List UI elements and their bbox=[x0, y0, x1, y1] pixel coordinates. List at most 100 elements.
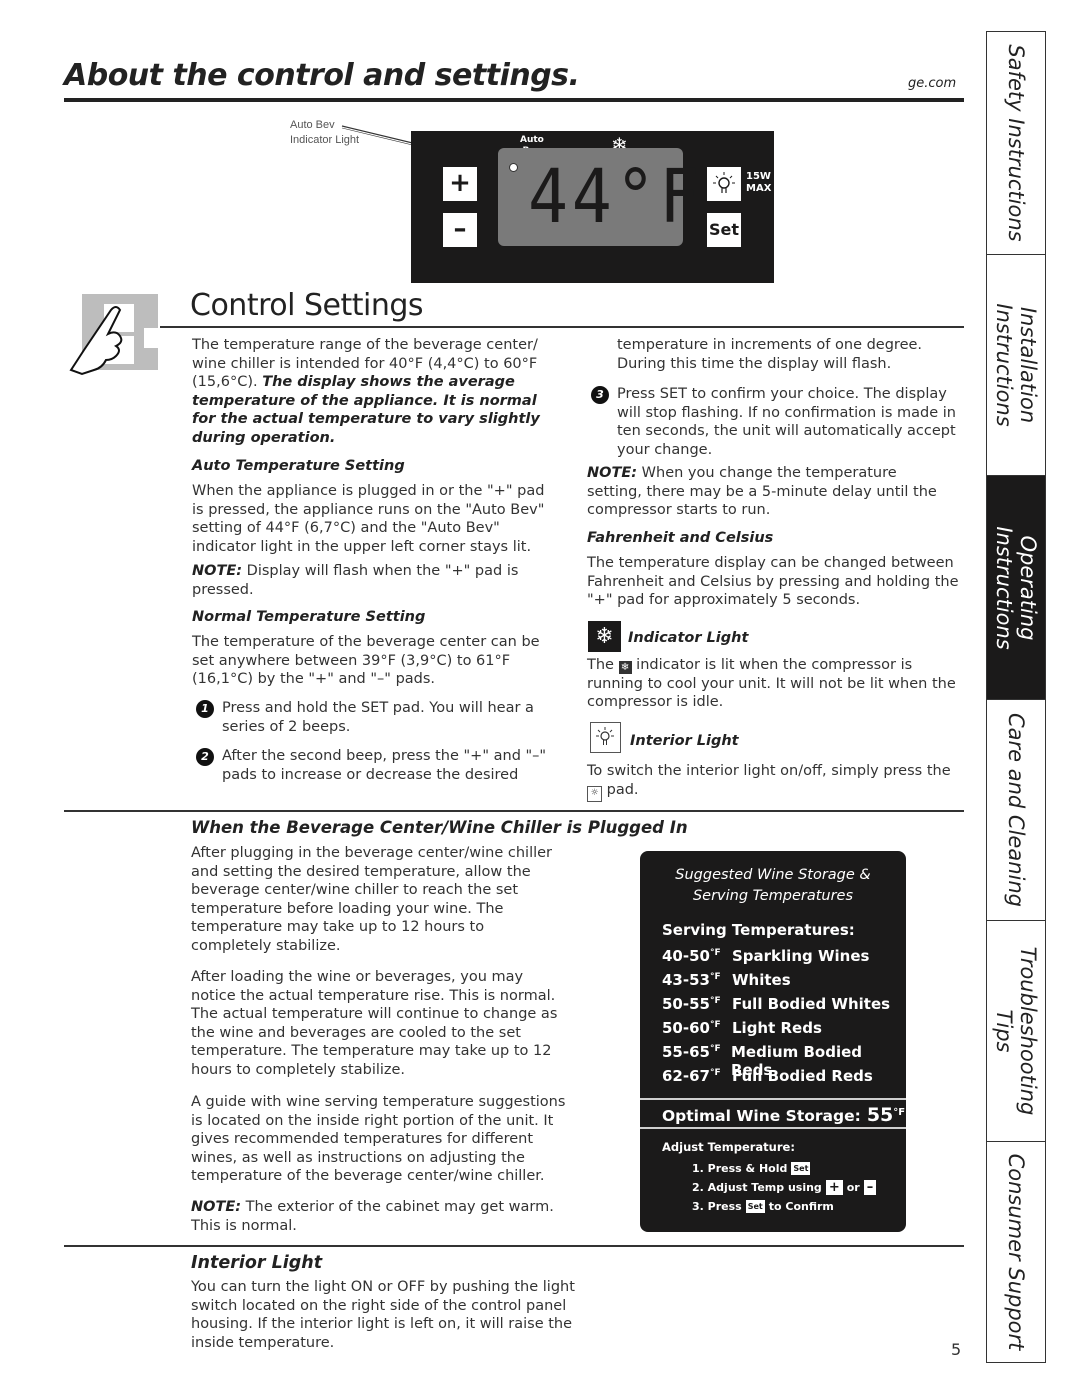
minus-pad-icon: – bbox=[863, 1180, 877, 1195]
cabinet-note: NOTE: The exterior of the cabinet may ge… bbox=[191, 1198, 561, 1235]
wine-temperature-guide: Suggested Wine Storage & Serving Tempera… bbox=[640, 851, 906, 1232]
plus-button[interactable]: + bbox=[443, 167, 477, 201]
note-text: The exterior of the cabinet may get warm… bbox=[191, 1199, 554, 1234]
wine-type: Whites bbox=[732, 971, 791, 989]
note-label: NOTE: bbox=[587, 465, 638, 481]
set-button[interactable]: Set bbox=[707, 213, 741, 247]
snowflake-icon: ❄ bbox=[588, 621, 621, 652]
temp-range: 43-53 bbox=[662, 971, 710, 989]
step-text: to Confirm bbox=[768, 1200, 834, 1213]
optimal-value: 55 bbox=[866, 1104, 894, 1126]
step-text: 2. Adjust Temp using bbox=[692, 1181, 822, 1194]
plugged-in-paragraph-2: After loading the wine or beverages, you… bbox=[191, 969, 558, 1078]
adjust-heading: Adjust Temperature: bbox=[662, 1140, 795, 1154]
set-pad-icon: Set bbox=[745, 1200, 765, 1213]
step-1: 1 Press and hold the SET pad. You will h… bbox=[196, 699, 556, 736]
temperature-display: 44°F bbox=[498, 148, 699, 246]
wine-type: Full Bodied Reds bbox=[732, 1067, 873, 1085]
interior-light-paragraph: To switch the interior light on/off, sim… bbox=[587, 762, 957, 802]
text-before: To switch the interior light on/off, sim… bbox=[587, 763, 951, 779]
note-text: When you change the temperature setting,… bbox=[587, 465, 937, 518]
control-settings-graphic bbox=[69, 294, 158, 376]
temp-range: 55-65 bbox=[662, 1043, 710, 1061]
temp-range: 50-55 bbox=[662, 995, 710, 1013]
page-title: About the control and settings. bbox=[64, 58, 580, 93]
control-panel: + – Auto Bev ❄ 44°F 15W MAX Set bbox=[411, 131, 774, 283]
display-value: 44°F bbox=[528, 154, 703, 240]
adjust-step-3: 3. Press Set to Confirm bbox=[692, 1200, 834, 1213]
step-2: 2 After the second beep, press the "+" a… bbox=[196, 747, 556, 784]
optimal-storage: Optimal Wine Storage: 55°F bbox=[662, 1104, 905, 1126]
plus-pad-icon: + bbox=[825, 1180, 843, 1195]
section-divider bbox=[160, 326, 964, 328]
temp-unit: °F bbox=[709, 948, 721, 958]
site-link[interactable]: ge.com bbox=[908, 76, 956, 91]
tab-installation-instructions[interactable]: Installation Instructions bbox=[986, 254, 1046, 476]
light-max-line1: 15W bbox=[746, 171, 771, 182]
wine-row: 50-55°F Full Bodied Whites bbox=[662, 995, 890, 1013]
plugged-in-paragraph-3: A guide with wine serving temperature su… bbox=[191, 1094, 566, 1184]
minus-button[interactable]: – bbox=[443, 213, 477, 247]
wine-row: 62-67°F Full Bodied Reds bbox=[662, 1067, 873, 1085]
step-number: 2 bbox=[196, 748, 214, 766]
tab-label: Troubleshooting Tips bbox=[992, 946, 1040, 1116]
temp-range: 50-60 bbox=[662, 1019, 710, 1037]
light-bulb-icon: ☼ bbox=[587, 785, 602, 802]
wine-row: 50-60°F Light Reds bbox=[662, 1019, 822, 1037]
light-max-line2: MAX bbox=[746, 183, 772, 194]
hand-pointer-icon bbox=[69, 304, 158, 376]
section-divider bbox=[64, 810, 964, 812]
card-divider bbox=[640, 1127, 906, 1129]
tab-label: Operating Instructions bbox=[992, 525, 1040, 650]
or-text: or bbox=[846, 1181, 860, 1194]
light-button[interactable] bbox=[707, 167, 741, 201]
tab-label: Care and Cleaning bbox=[1004, 712, 1028, 908]
step-3: 3 Press SET to confirm your choice. The … bbox=[591, 385, 961, 459]
note-label: NOTE: bbox=[192, 563, 243, 579]
temp-unit: °F bbox=[709, 1020, 721, 1030]
tab-operating-instructions[interactable]: Operating Instructions bbox=[986, 475, 1046, 700]
step-text: Press and hold the SET pad. You will hea… bbox=[222, 700, 534, 735]
temp-unit: °F bbox=[709, 996, 721, 1006]
interior-light-paragraph: You can turn the light ON or OFF by push… bbox=[191, 1279, 575, 1351]
card-title: Suggested Wine Storage & Serving Tempera… bbox=[640, 865, 906, 907]
auto-bev-indicator-light bbox=[509, 163, 518, 172]
tab-consumer-support[interactable]: Consumer Support bbox=[986, 1141, 1046, 1363]
step-number: 3 bbox=[591, 386, 609, 404]
card-title-line1: Suggested Wine Storage & bbox=[675, 867, 871, 883]
light-max-label: 15W MAX bbox=[746, 171, 771, 195]
tab-safety-instructions[interactable]: Safety Instructions bbox=[986, 31, 1046, 255]
auto-temp-paragraph: When the appliance is plugged in or the … bbox=[192, 483, 545, 555]
plugged-in-heading: When the Beverage Center/Wine Chiller is… bbox=[191, 818, 688, 837]
text-after: indicator is lit when the compressor is … bbox=[587, 657, 956, 710]
adjust-step-1: 1. Press & Hold Set bbox=[692, 1162, 811, 1175]
normal-temp-heading: Normal Temperature Setting bbox=[192, 609, 426, 625]
tab-troubleshooting-tips[interactable]: Troubleshooting Tips bbox=[986, 920, 1046, 1142]
intro-paragraph: The temperature range of the beverage ce… bbox=[192, 336, 552, 447]
tab-care-and-cleaning[interactable]: Care and Cleaning bbox=[986, 699, 1046, 921]
auto-temp-heading: Auto Temperature Setting bbox=[192, 458, 405, 474]
page-number: 5 bbox=[951, 1340, 962, 1359]
tab-label: Safety Instructions bbox=[1004, 44, 1028, 242]
step-number: 1 bbox=[196, 700, 214, 718]
auto-bev-line1: Auto bbox=[520, 135, 544, 145]
tab-label: Consumer Support bbox=[1004, 1153, 1028, 1351]
interior-light-subheading: Interior Light bbox=[630, 733, 739, 749]
fahrenheit-heading: Fahrenheit and Celsius bbox=[587, 530, 774, 546]
serving-temperatures-heading: Serving Temperatures: bbox=[662, 921, 855, 939]
text-after: pad. bbox=[602, 781, 639, 798]
optimal-label: Optimal Wine Storage: bbox=[662, 1107, 861, 1125]
auto-temp-note: NOTE: Display will flash when the "+" pa… bbox=[192, 562, 552, 599]
step-2-continued: temperature in increments of one degree.… bbox=[617, 337, 923, 372]
light-bulb-icon bbox=[713, 172, 735, 193]
interior-light-heading: Interior Light bbox=[191, 1253, 323, 1273]
normal-temp-paragraph: The temperature of the beverage center c… bbox=[192, 634, 540, 687]
card-divider bbox=[640, 1098, 906, 1100]
plugged-in-paragraph-1: After plugging in the beverage center/wi… bbox=[191, 845, 553, 954]
section-title-control-settings: Control Settings bbox=[190, 288, 424, 323]
card-title-line2: Serving Temperatures bbox=[692, 888, 854, 904]
indicator-light-heading: Indicator Light bbox=[628, 630, 749, 646]
snowflake-icon: ❄ bbox=[618, 661, 632, 674]
temp-unit: °F bbox=[709, 1068, 721, 1078]
wine-type: Full Bodied Whites bbox=[732, 995, 891, 1013]
